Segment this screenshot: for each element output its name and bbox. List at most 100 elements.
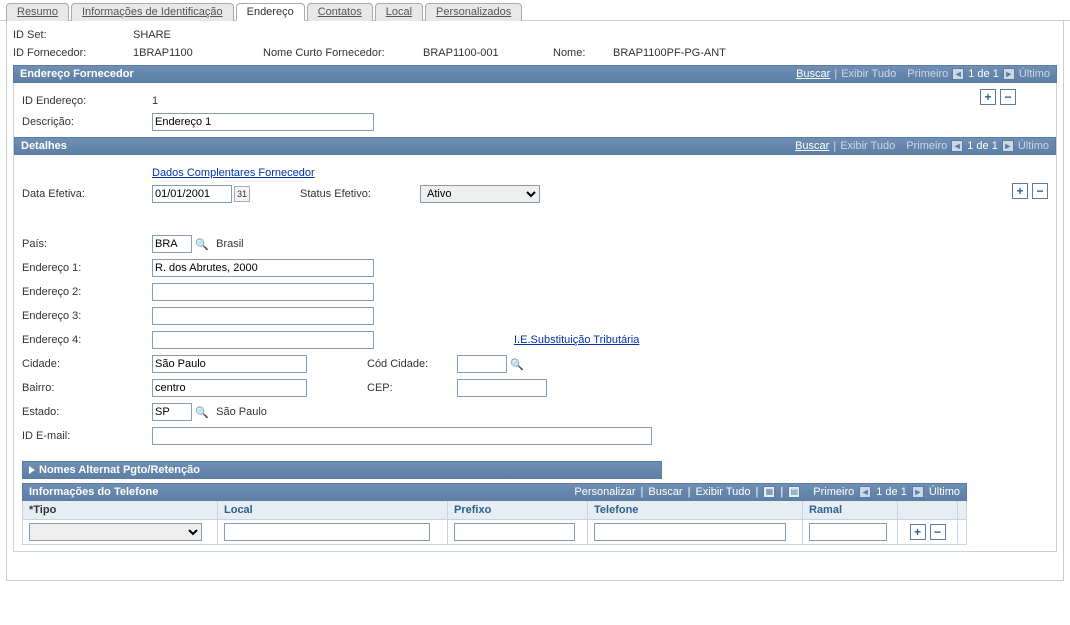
bairro-input[interactable] xyxy=(152,379,307,397)
email-input[interactable] xyxy=(152,427,652,445)
estado-desc: São Paulo xyxy=(216,406,267,418)
zoom-icon[interactable]: ▦ xyxy=(763,486,775,498)
pais-lookup-icon[interactable]: 🔍 xyxy=(194,236,210,252)
expand-icon xyxy=(29,466,35,474)
data-efetiva-input[interactable] xyxy=(152,185,232,203)
pais-desc: Brasil xyxy=(216,238,244,250)
cod-cidade-lookup-icon[interactable]: 🔍 xyxy=(509,356,525,372)
nome-label: Nome: xyxy=(553,47,613,59)
cod-cidade-label: Cód Cidade: xyxy=(367,358,457,370)
telefone-buscar[interactable]: Buscar xyxy=(648,486,682,498)
estado-label: Estado: xyxy=(22,406,152,418)
id-endereco-value: 1 xyxy=(152,95,158,107)
telefone-input[interactable] xyxy=(594,523,786,541)
telefone-nav-prev-icon[interactable]: ◄ xyxy=(859,486,871,498)
local-input[interactable] xyxy=(224,523,430,541)
tab-local[interactable]: Local xyxy=(375,3,423,21)
endereco4-label: Endereço 4: xyxy=(22,334,152,346)
status-efetivo-select[interactable]: Ativo xyxy=(420,185,540,203)
endereco-fornecedor-title: Endereço Fornecedor xyxy=(20,68,134,80)
dados-complementares-link[interactable]: Dados Complentares Fornecedor xyxy=(152,167,315,179)
download-icon[interactable]: ▤ xyxy=(788,486,800,498)
endereco3-input[interactable] xyxy=(152,307,374,325)
detalhes-nav-next-icon[interactable]: ► xyxy=(1002,140,1014,152)
exibir-tudo-link[interactable]: Exibir Tudo xyxy=(841,68,896,80)
cidade-input[interactable] xyxy=(152,355,307,373)
ramal-input[interactable] xyxy=(809,523,887,541)
col-local-header: Local xyxy=(218,501,448,519)
endereco-fornecedor-bar: Endereço Fornecedor Buscar | Exibir Tudo… xyxy=(13,65,1057,83)
pais-input[interactable] xyxy=(152,235,192,253)
endereco1-label: Endereço 1: xyxy=(22,262,152,274)
endereco2-input[interactable] xyxy=(152,283,374,301)
endereco-fornecedor-body: + − ID Endereço: 1 Descrição: Detalhes B… xyxy=(13,83,1057,552)
estado-input[interactable] xyxy=(152,403,192,421)
telefone-pager: 1 de 1 xyxy=(876,486,907,498)
cidade-label: Cidade: xyxy=(22,358,152,370)
buscar-link[interactable]: Buscar xyxy=(796,68,830,80)
tab-personalizados[interactable]: Personalizados xyxy=(425,3,522,21)
detalhes-ultimo-link[interactable]: Último xyxy=(1018,140,1049,152)
email-label: ID E-mail: xyxy=(22,430,152,442)
descricao-input[interactable] xyxy=(152,113,374,131)
telefone-delete-row-button[interactable]: − xyxy=(930,524,946,540)
id-set-value: SHARE xyxy=(133,29,233,41)
delete-row-button[interactable]: − xyxy=(1000,89,1016,105)
estado-lookup-icon[interactable]: 🔍 xyxy=(194,404,210,420)
cep-input[interactable] xyxy=(457,379,547,397)
descricao-label: Descrição: xyxy=(22,116,152,128)
cep-label: CEP: xyxy=(367,382,457,394)
id-fornecedor-label: ID Fornecedor: xyxy=(13,47,133,59)
telefone-nav-next-icon[interactable]: ► xyxy=(912,486,924,498)
col-prefixo-header: Prefixo xyxy=(448,501,588,519)
ie-substituicao-link[interactable]: I.E.Substituição Tributária xyxy=(514,334,639,346)
telefone-exibir-tudo[interactable]: Exibir Tudo xyxy=(695,486,750,498)
tab-identificacao[interactable]: Informações de Identificação xyxy=(71,3,234,21)
telefone-ultimo[interactable]: Último xyxy=(929,486,960,498)
detalhes-add-row-button[interactable]: + xyxy=(1012,183,1028,199)
endereco3-label: Endereço 3: xyxy=(22,310,152,322)
id-set-label: ID Set: xyxy=(13,29,133,41)
pager-text: 1 de 1 xyxy=(968,68,999,80)
nome-value: BRAP1100PF-PG-ANT xyxy=(613,47,726,59)
calendar-icon[interactable]: 31 xyxy=(234,186,250,202)
tab-strip: Resumo Informações de Identificação Ende… xyxy=(0,0,1070,21)
nav-next-icon[interactable]: ► xyxy=(1003,68,1015,80)
telefone-title: Informações do Telefone xyxy=(29,486,158,498)
detalhes-title: Detalhes xyxy=(21,140,67,152)
tab-resumo[interactable]: Resumo xyxy=(6,3,69,21)
nav-prev-icon[interactable]: ◄ xyxy=(952,68,964,80)
detalhes-bar: Detalhes Buscar | Exibir Tudo Primeiro ◄… xyxy=(14,137,1056,155)
telefone-grid: *Tipo Local Prefixo Telefone Ramal + − xyxy=(22,501,967,545)
detalhes-pager-text: 1 de 1 xyxy=(967,140,998,152)
col-telefone-header: Telefone xyxy=(588,501,803,519)
data-efetiva-label: Data Efetiva: xyxy=(22,188,152,200)
detalhes-delete-row-button[interactable]: − xyxy=(1032,183,1048,199)
nome-curto-value: BRAP1100-001 xyxy=(423,47,523,59)
add-row-button[interactable]: + xyxy=(980,89,996,105)
telefone-bar: Informações do Telefone Personalizar | B… xyxy=(22,483,967,501)
bairro-label: Bairro: xyxy=(22,382,152,394)
endereco4-input[interactable] xyxy=(152,331,374,349)
detalhes-exibir-tudo-link[interactable]: Exibir Tudo xyxy=(840,140,895,152)
cod-cidade-input[interactable] xyxy=(457,355,507,373)
endereco2-label: Endereço 2: xyxy=(22,286,152,298)
telefone-primeiro[interactable]: Primeiro xyxy=(813,486,854,498)
detalhes-nav-prev-icon[interactable]: ◄ xyxy=(951,140,963,152)
detalhes-buscar-link[interactable]: Buscar xyxy=(795,140,829,152)
tipo-select[interactable] xyxy=(29,523,202,541)
nomes-alternat-bar[interactable]: Nomes Alternat Pgto/Retenção xyxy=(22,461,662,479)
ultimo-link[interactable]: Último xyxy=(1019,68,1050,80)
detalhes-primeiro-link[interactable]: Primeiro xyxy=(906,140,947,152)
endereco1-input[interactable] xyxy=(152,259,374,277)
telefone-personalizar[interactable]: Personalizar xyxy=(574,486,635,498)
id-endereco-label: ID Endereço: xyxy=(22,95,152,107)
nomes-alternat-title: Nomes Alternat Pgto/Retenção xyxy=(39,464,200,476)
nome-curto-label: Nome Curto Fornecedor: xyxy=(263,47,423,59)
telefone-add-row-button[interactable]: + xyxy=(910,524,926,540)
tab-endereco[interactable]: Endereço xyxy=(236,3,305,21)
prefixo-input[interactable] xyxy=(454,523,575,541)
tab-contatos[interactable]: Contatos xyxy=(307,3,373,21)
primeiro-link[interactable]: Primeiro xyxy=(907,68,948,80)
telefone-row: + − xyxy=(23,520,966,544)
